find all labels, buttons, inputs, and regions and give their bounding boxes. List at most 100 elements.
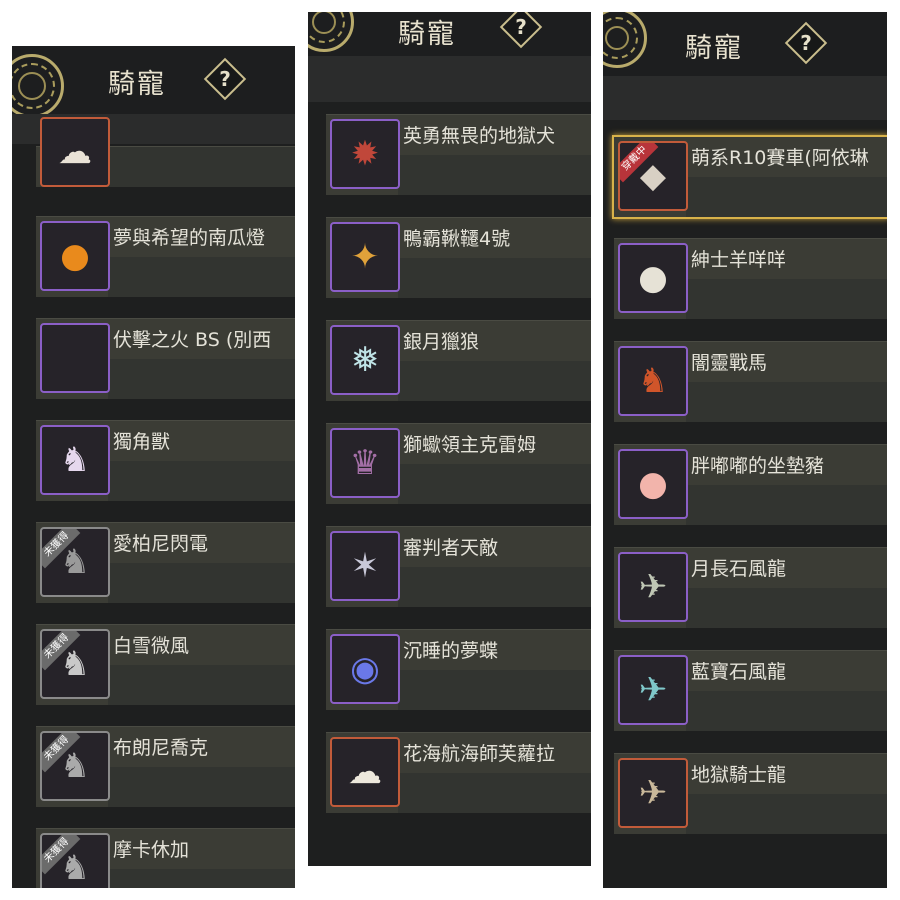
mount-name: 白雪微風 [113,635,190,657]
mount-name: 萌系R10賽車(阿依琳 [691,147,869,169]
mount-name: 藍寶石風龍 [691,661,787,683]
mount-name: 銀月獵狼 [403,331,480,353]
mount-name: 審判者天敵 [403,537,499,559]
panel-title: 騎寵 [108,69,166,100]
mount-panel-2: 騎寵 ? ✹ 英勇無畏的地獄犬 ✦ 鴨霸鞦韆4號 ❅ 銀月獵狼 ♛ 獅蠍領主克雷… [308,12,591,866]
mount-name: 鴨霸鞦韆4號 [403,228,511,250]
mount-thumbnail: ✦ [330,222,400,292]
help-icon: ? [219,67,231,91]
fire-horse-icon: ♞ [637,361,669,401]
mount-thumbnail: ✈ [618,655,688,725]
mount-name: 月長石風龍 [691,558,787,580]
hellhound-icon: ✹ [350,134,380,174]
mount-thumbnail: ❅ [330,325,400,395]
list-item[interactable]: ♞ 未獲得 白雪微風 [36,624,295,705]
list-item[interactable]: ☁ [36,117,295,187]
list-item[interactable]: ❅ 銀月獵狼 [326,320,591,401]
list-item[interactable]: ● 紳士羊咩咩 [614,238,887,319]
pig-icon: ● [638,464,668,504]
mount-thumbnail: ☁ [330,737,400,807]
list-item[interactable]: ✶ 審判者天敵 [326,526,591,607]
mount-name: 紳士羊咩咩 [691,249,787,271]
mount-name: 闇靈戰馬 [691,352,768,374]
help-icon: ? [515,15,527,39]
mount-name: 英勇無畏的地獄犬 [403,125,556,147]
panel-header: 騎寵 ? [308,12,591,56]
mount-name: 花海航海師芙蘿拉 [403,743,556,765]
list-item[interactable]: ◉ 沉睡的夢蝶 [326,629,591,710]
list-item[interactable]: ● 夢與希望的南瓜燈 [36,216,295,297]
compass-emblem-icon [603,12,647,68]
mount-name: 布朗尼喬克 [113,737,209,759]
mount-thumbnail: ◉ [330,634,400,704]
mount-name: 胖嘟嘟的坐墊豬 [691,455,825,477]
manticore-icon: ♛ [349,443,381,483]
pumpkin-lantern-icon: ● [60,236,90,276]
mount-name: 獨角獸 [113,431,171,453]
compass-emblem-icon [308,12,354,52]
mount-panel-1: 騎寵 ? ☁ ● 夢與希望的南瓜燈 伏擊之火 BS (別西 ♞ 獨角獸 ♞ 未獲… [12,46,295,888]
sheep-icon: ● [638,258,668,298]
mount-name: 伏擊之火 BS (別西 [113,329,272,351]
mount-thumbnail: ✈ [618,758,688,828]
panel-header: 騎寵 ? [603,12,887,76]
unicorn-icon: ♞ [59,440,91,480]
beast-icon: ✶ [350,546,380,586]
mount-thumbnail: ♞ 未獲得 [40,629,110,699]
mount-thumbnail: ✈ [618,552,688,622]
list-item[interactable]: ♞ 未獲得 布朗尼喬克 [36,726,295,807]
list-item[interactable]: ♞ 未獲得 摩卡休加 [36,828,295,888]
mount-thumbnail [40,323,110,393]
mount-thumbnail: ☁ [40,117,110,187]
mount-thumbnail: ✶ [330,531,400,601]
mount-name: 摩卡休加 [113,839,190,861]
duck-swing-icon: ✦ [350,237,380,277]
list-header-bar [603,76,887,120]
mount-thumbnail: ● [40,221,110,291]
white-mount-icon: ☁ [58,132,92,172]
help-button[interactable]: ? [499,12,543,49]
mount-panel-3: 騎寵 ? ◆ 穿戴中 萌系R10賽車(阿依琳 ● 紳士羊咩咩 ♞ 闇靈戰馬 ● … [603,12,887,888]
list-item[interactable]: ☁ 花海航海師芙蘿拉 [326,732,591,813]
panel-title: 騎寵 [685,33,743,64]
mount-thumbnail: ✹ [330,119,400,189]
mount-thumbnail: ♞ [40,425,110,495]
mount-thumbnail: ● [618,243,688,313]
list-item[interactable]: ♞ 未獲得 愛柏尼閃電 [36,522,295,603]
panel-title: 騎寵 [398,19,456,50]
help-button[interactable]: ? [784,21,828,65]
mount-name: 沉睡的夢蝶 [403,640,499,662]
list-item[interactable]: ♞ 獨角獸 [36,420,295,501]
list-item[interactable]: ✈ 月長石風龍 [614,547,887,628]
mount-name: 地獄騎士龍 [691,764,787,786]
wind-dragon-icon: ✈ [638,670,668,710]
help-icon: ? [800,31,812,55]
mount-thumbnail: ◆ 穿戴中 [618,141,688,211]
list-item[interactable]: 伏擊之火 BS (別西 [36,318,295,399]
list-item[interactable]: ✈ 地獄騎士龍 [614,753,887,834]
wind-dragon-icon: ✈ [638,567,668,607]
list-item-selected[interactable]: ◆ 穿戴中 萌系R10賽車(阿依琳 [612,135,887,219]
dream-orb-icon: ◉ [350,649,380,689]
silver-wolf-icon: ❅ [350,340,380,380]
list-item[interactable]: ✦ 鴨霸鞦韆4號 [326,217,591,298]
list-item[interactable]: ✹ 英勇無畏的地獄犬 [326,114,591,195]
list-item[interactable]: ✈ 藍寶石風龍 [614,650,887,731]
mount-name: 夢與希望的南瓜燈 [113,227,266,249]
hell-dragon-icon: ✈ [638,773,668,813]
mount-name: 愛柏尼閃電 [113,533,209,555]
mount-thumbnail: ♞ 未獲得 [40,833,110,888]
compass-emblem-icon [12,54,64,118]
list-item[interactable]: ♛ 獅蠍領主克雷姆 [326,423,591,504]
white-whale-icon: ☁ [348,752,382,792]
mount-thumbnail: ♛ [330,428,400,498]
mount-thumbnail: ♞ 未獲得 [40,731,110,801]
list-item[interactable]: ● 胖嘟嘟的坐墊豬 [614,444,887,525]
list-header-bar [308,56,591,102]
mount-thumbnail: ♞ [618,346,688,416]
list-item[interactable]: ♞ 闇靈戰馬 [614,341,887,422]
empty-slot-icon [42,325,108,391]
help-button[interactable]: ? [203,57,247,101]
mount-name: 獅蠍領主克雷姆 [403,434,537,456]
mount-thumbnail: ♞ 未獲得 [40,527,110,597]
